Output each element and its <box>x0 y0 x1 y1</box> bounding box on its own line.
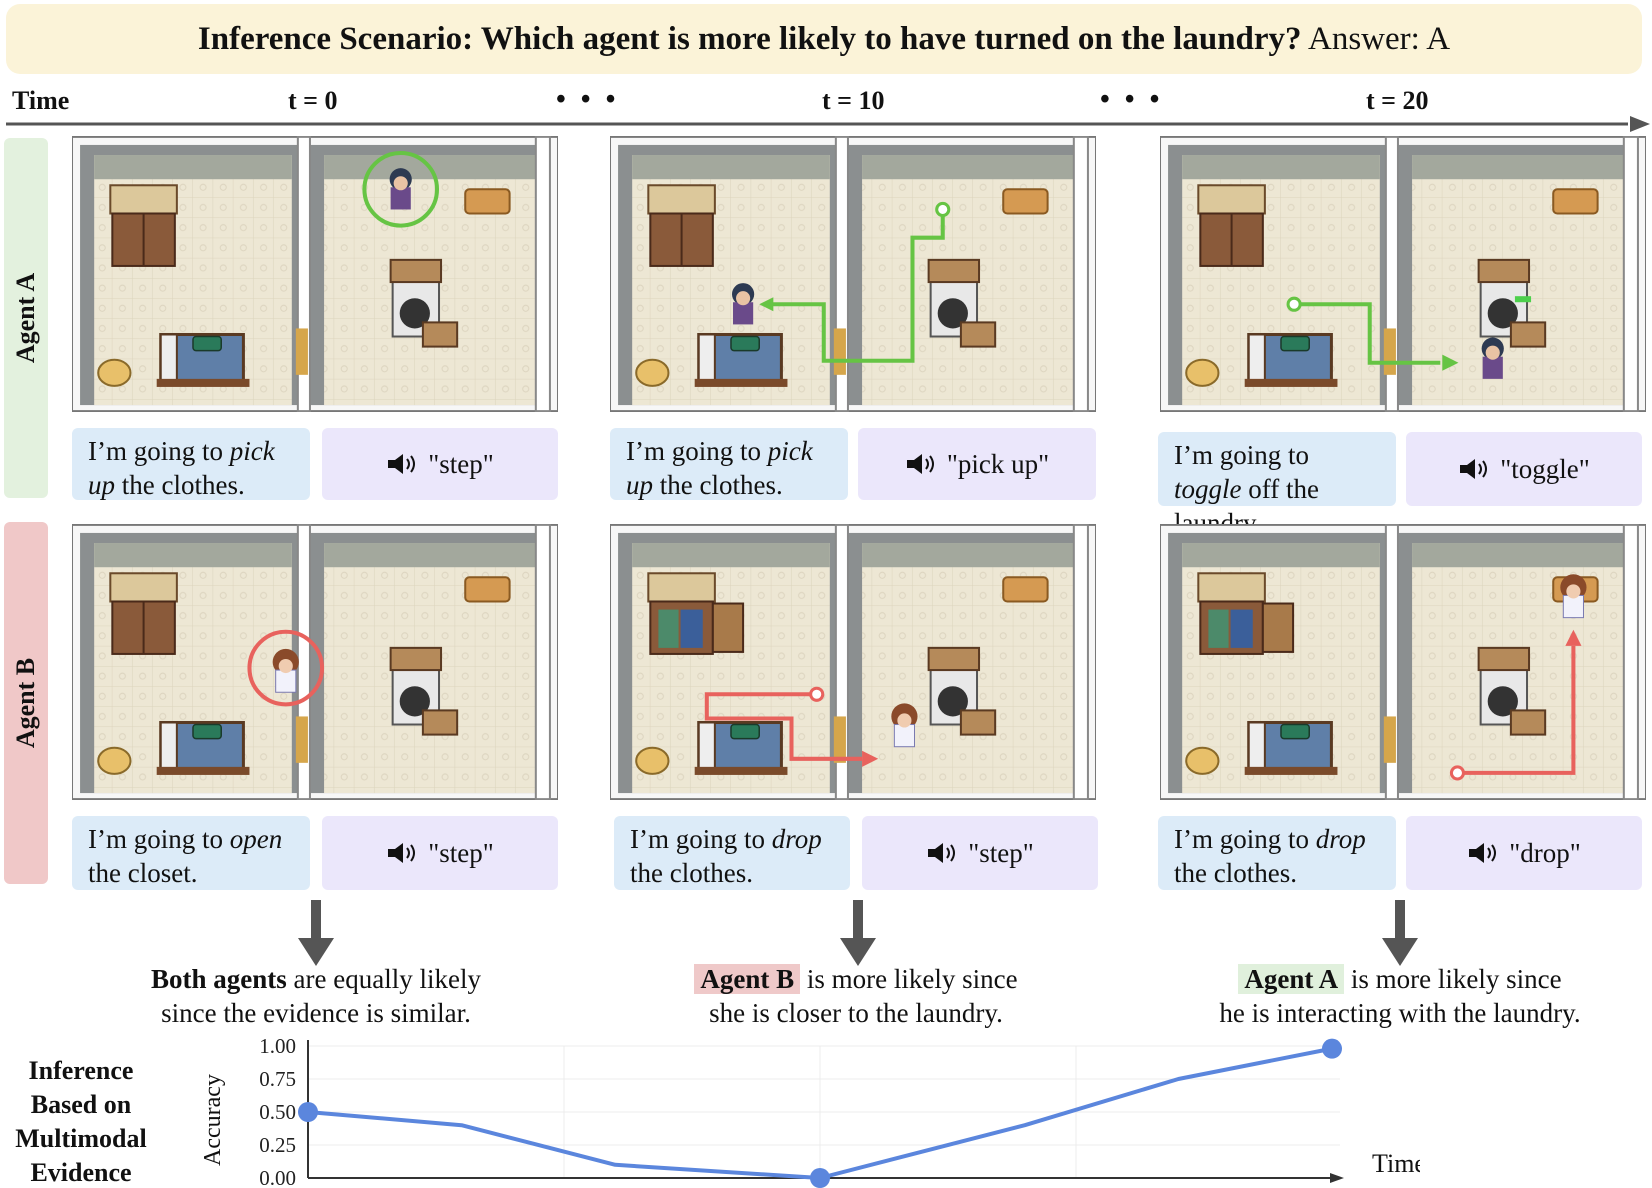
y-tick-label: 0.75 <box>259 1067 296 1091</box>
y-axis-label: Accuracy <box>200 1074 226 1166</box>
scenario-answer: Answer: A <box>1308 21 1451 57</box>
agent-b-speech-t10: "step" <box>862 816 1098 890</box>
data-point <box>1322 1038 1342 1059</box>
timeline-step-0: t = 0 <box>288 86 338 115</box>
x-axis-arrow <box>1330 1173 1344 1183</box>
scene-agent-b-t0 <box>72 524 558 800</box>
agent-b-thought-t10: I’m going to drop the clothes. <box>614 816 850 890</box>
verdict-t0: Both agents are equally likely since the… <box>151 964 481 1028</box>
down-arrow-icon <box>1382 900 1418 966</box>
speaker-icon <box>1468 842 1497 864</box>
agent-a-speech-t10: "pick up" <box>858 428 1096 500</box>
y-tick-label: 0.50 <box>259 1100 296 1124</box>
data-point <box>298 1102 318 1122</box>
verdict-t10: Agent B is more likely since she is clos… <box>636 962 1076 1030</box>
agent-a-thought-t10: I’m going to pick up the clothes. <box>610 428 848 500</box>
scene-agent-a-t20 <box>1160 136 1646 412</box>
agent-a-thought-t20: I’m going to toggle off the laundry. <box>1158 432 1396 538</box>
speaker-icon <box>387 453 416 475</box>
down-arrow-icon <box>298 900 334 966</box>
scene-agent-a-t0 <box>72 136 558 412</box>
speaker-icon <box>927 842 956 864</box>
y-tick-label: 0.00 <box>259 1166 296 1188</box>
agent-a-speech-t0: "step" <box>322 428 558 500</box>
speaker-icon <box>1459 458 1488 480</box>
timeline-label: Time <box>12 86 70 115</box>
speaker-icon <box>387 842 416 864</box>
data-point <box>810 1168 830 1188</box>
timeline-step-20: t = 20 <box>1366 86 1429 115</box>
y-tick-label: 0.25 <box>259 1133 296 1157</box>
accuracy-chart: 0.00 0.25 0.50 0.75 1.00 Accuracy Time <box>200 1034 1420 1188</box>
agent-a-speech-t20: "toggle" <box>1406 432 1642 506</box>
agent-b-thought-t20: I’m going to drop the clothes. <box>1158 816 1396 890</box>
agent-b-speech-t20: "drop" <box>1406 816 1642 890</box>
y-tick-label: 1.00 <box>259 1034 296 1058</box>
timeline-ellipsis-1: • • • <box>556 84 620 115</box>
scenario-question: Inference Scenario: Which agent is more … <box>197 21 1302 57</box>
timeline-ellipsis-2: • • • <box>1100 84 1164 115</box>
scene-agent-a-t10 <box>610 136 1096 412</box>
scene-agent-b-t10 <box>610 524 1096 800</box>
down-arrow-icon <box>840 900 876 966</box>
agent-a-thought-t0: I’m going to pick up the clothes. <box>72 428 310 500</box>
speaker-icon <box>905 453 934 475</box>
verdict-t20: Agent A is more likely since he is inter… <box>1219 964 1581 1028</box>
inference-label: Inference Based on Multimodal Evidence <box>15 1056 147 1187</box>
agent-b-label: Agent B <box>4 522 48 884</box>
scenario-title: Inference Scenario: Which agent is more … <box>6 4 1642 74</box>
timeline-step-10: t = 10 <box>822 86 885 115</box>
agent-a-label: Agent A <box>4 138 48 498</box>
scene-agent-b-t20 <box>1160 524 1646 800</box>
x-axis-label: Time <box>1372 1149 1420 1178</box>
agent-b-thought-t0: I’m going to open the closet. <box>72 816 310 890</box>
agent-b-speech-t0: "step" <box>322 816 558 890</box>
